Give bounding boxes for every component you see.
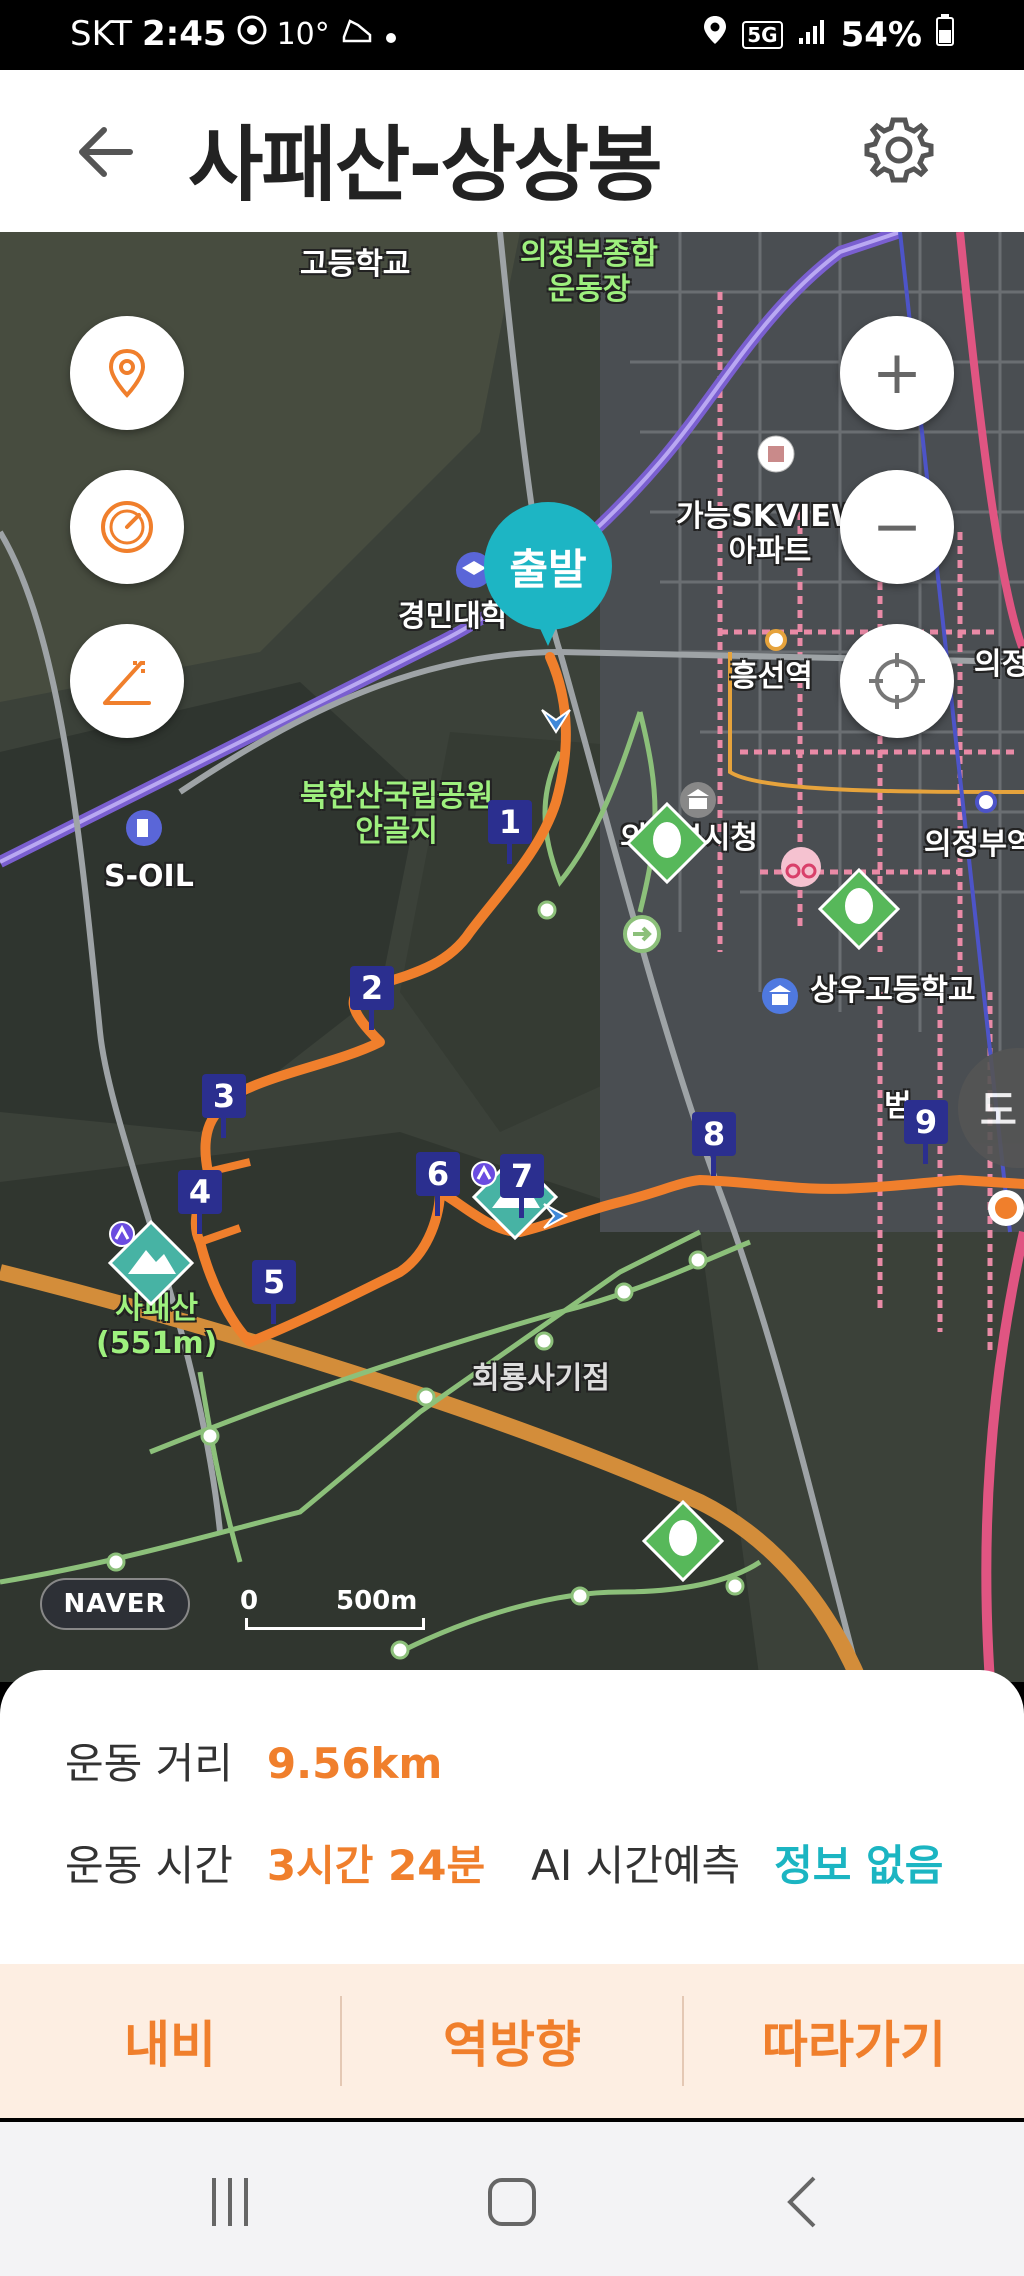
trail-direction-icon [623, 915, 661, 953]
label-soil: S-OIL [104, 859, 194, 894]
network-5g-icon: 5G [742, 20, 783, 49]
scale-start: 0 [240, 1586, 259, 1616]
location-icon [702, 14, 728, 55]
end-point-icon [988, 1190, 1024, 1226]
route-direction-icon-2 [543, 1203, 569, 1229]
action-bar: 내비 역방향 따라가기 [0, 1964, 1024, 2118]
station-dot-icon [765, 629, 787, 651]
follow-button[interactable]: 따라가기 [684, 2005, 1024, 2077]
waypoint-5[interactable]: 5 [252, 1260, 296, 1324]
distance-row: 운동 거리 9.56km [65, 1730, 442, 1791]
label-sangwoo-school: 상우고등학교 [810, 973, 976, 1008]
peak-badge-icon-2 [471, 1161, 497, 1187]
distance-value: 9.56km [266, 1739, 443, 1788]
route-direction-icon [541, 709, 571, 734]
back-button[interactable] [70, 114, 146, 190]
label-school: 고등학교 [300, 247, 411, 282]
clock: 2:45 [142, 14, 227, 54]
arrival-label: 도 [980, 1088, 1017, 1134]
speedometer-icon [101, 501, 153, 553]
system-back-button[interactable] [774, 2172, 834, 2232]
waypoint-9[interactable]: 9 [904, 1100, 948, 1164]
park-marker-icon-3 [641, 1499, 725, 1583]
time-row: 운동 시간 3시간 24분 AI 시간예측 정보 없음 [65, 1832, 943, 1893]
label-sports-complex: 의정부종합 운동장 [520, 237, 658, 307]
ai-estimate-value: 정보 없음 [774, 1841, 944, 1890]
waypoint-7[interactable]: 7 [500, 1154, 544, 1218]
route-map[interactable]: 고등학교 의정부종합 운동장 가능SKVIEW 아파트 경민대학 흥선역 북한산… [0, 232, 1024, 1682]
carrier: SKT [70, 14, 133, 54]
screen: SKT 2:45 10° 5G 54% 사패산-상상봉 고등학교 의정부종합 운… [0, 0, 1024, 2276]
label-station-right-2: 의정부역 [924, 827, 1024, 862]
elevation-icon [103, 661, 151, 705]
dot-icon [384, 14, 398, 54]
gear-icon [864, 117, 934, 183]
scale-end: 500m [336, 1586, 418, 1616]
arrow-left-icon [79, 127, 133, 177]
distance-label: 운동 거리 [65, 1739, 233, 1788]
park-marker-icon-2 [817, 867, 901, 951]
settings-button[interactable] [864, 115, 934, 185]
signal-icon [797, 15, 827, 55]
label-station-right: 의정 [974, 647, 1024, 682]
temperature: 10° [276, 16, 330, 52]
system-nav-bar [0, 2122, 1024, 2276]
peak-badge-icon [109, 1221, 135, 1247]
location-pin-button[interactable] [70, 316, 184, 430]
building-icon [757, 435, 795, 473]
waypoint-1[interactable]: 1 [488, 800, 532, 864]
waypoint-8[interactable]: 8 [692, 1112, 736, 1176]
naver-logo: NAVER [40, 1578, 190, 1630]
reverse-button[interactable]: 역방향 [342, 2005, 682, 2077]
label-apartment: 가능SKVIEW 아파트 [676, 499, 865, 569]
zoom-out-button[interactable]: − [840, 470, 954, 584]
time-value: 3시간 24분 [266, 1841, 486, 1890]
waypoint-3[interactable]: 3 [202, 1074, 246, 1138]
stats-sheet: 운동 거리 9.56km 운동 시간 3시간 24분 AI 시간예측 정보 없음 [0, 1670, 1024, 1964]
chrome-icon [237, 14, 267, 54]
app-header: 사패산-상상봉 [0, 70, 1024, 232]
time-label: 운동 시간 [65, 1841, 233, 1890]
waypoint-2[interactable]: 2 [350, 966, 394, 1030]
status-bar: SKT 2:45 10° 5G 54% [0, 0, 1024, 70]
park-marker-icon [625, 801, 709, 885]
school-icon-2 [762, 978, 798, 1014]
label-temple: 회룡사기점 [472, 1361, 610, 1396]
minus-icon: − [871, 492, 923, 562]
station-dot-icon-2 [975, 791, 997, 813]
elevation-button[interactable] [70, 624, 184, 738]
chevron-left-icon [787, 2176, 816, 2228]
map-base [0, 232, 1024, 1682]
locate-button[interactable] [840, 624, 954, 738]
label-heungseon-station: 흥선역 [730, 659, 813, 694]
waypoint-4[interactable]: 4 [178, 1170, 222, 1234]
recents-button[interactable] [200, 2172, 260, 2232]
battery-percent: 54% [840, 14, 922, 55]
speedometer-button[interactable] [70, 470, 184, 584]
waypoint-6[interactable]: 6 [416, 1152, 460, 1216]
crosshair-icon [869, 653, 925, 709]
label-national-park: 북한산국립공원 안골지 [300, 779, 494, 849]
home-icon [488, 2178, 536, 2226]
battery-icon [936, 14, 954, 55]
recents-icon [212, 2178, 248, 2226]
zoom-in-button[interactable]: + [840, 316, 954, 430]
start-marker[interactable]: 출발 [484, 502, 612, 652]
start-label: 출발 [509, 545, 587, 594]
gas-station-icon [126, 810, 162, 846]
plus-icon: + [871, 338, 923, 408]
page-title: 사패산-상상봉 [188, 118, 663, 213]
shoe-icon [340, 14, 374, 54]
home-button[interactable] [482, 2172, 542, 2232]
map-scale: 0 500m [240, 1586, 430, 1636]
ai-estimate-label: AI 시간예측 [531, 1841, 741, 1890]
navi-button[interactable]: 내비 [0, 2005, 340, 2077]
location-pin-icon [108, 348, 146, 398]
